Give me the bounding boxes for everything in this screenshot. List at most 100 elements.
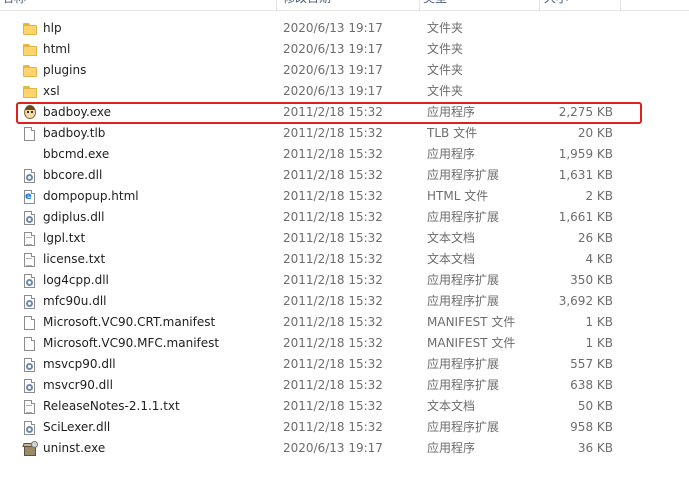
file-size: 350 KB xyxy=(570,273,613,287)
file-type: 应用程序扩展 xyxy=(427,294,500,308)
file-row[interactable]: badboy.tlb 2011/2/18 15:32 TLB 文件 20 KB xyxy=(0,123,689,144)
file-name: lgpl.txt xyxy=(43,231,86,245)
blank-icon xyxy=(22,147,38,163)
file-name: SciLexer.dll xyxy=(43,420,111,434)
file-type: MANIFEST 文件 xyxy=(427,336,516,350)
dll-icon xyxy=(22,210,38,226)
column-header-type[interactable]: 类型 xyxy=(423,0,539,8)
column-divider[interactable] xyxy=(620,0,621,10)
file-size xyxy=(540,81,613,102)
dll-icon xyxy=(22,273,38,289)
dll-icon xyxy=(22,168,38,184)
file-modified-date: 2011/2/18 15:32 xyxy=(283,126,383,140)
file-row[interactable]: bbcmd.exe 2011/2/18 15:32 应用程序 1,959 KB xyxy=(0,144,689,165)
file-modified-date: 2011/2/18 15:32 xyxy=(283,252,383,266)
column-header-bar: 名称 修改日期 类型 大小 xyxy=(0,0,689,11)
file-modified-date: 2011/2/18 15:32 xyxy=(283,420,383,434)
column-header-name[interactable]: 名称 xyxy=(2,0,274,8)
file-row[interactable]: msvcp90.dll 2011/2/18 15:32 应用程序扩展 557 KB xyxy=(0,354,689,375)
file-row[interactable]: plugins 2020/6/13 19:17 文件夹 xyxy=(0,60,689,81)
file-size: 1,631 KB xyxy=(558,168,613,182)
file-size: 50 KB xyxy=(577,399,613,413)
file-icon xyxy=(22,126,38,142)
file-size: 1,959 KB xyxy=(558,147,613,161)
file-row[interactable]: mfc90u.dll 2011/2/18 15:32 应用程序扩展 3,692 KB xyxy=(0,291,689,312)
file-type: 应用程序扩展 xyxy=(427,378,500,392)
file-row[interactable]: gdiplus.dll 2011/2/18 15:32 应用程序扩展 1,661 KB xyxy=(0,207,689,228)
column-divider[interactable] xyxy=(276,0,277,10)
file-size: 36 KB xyxy=(577,441,613,455)
file-type: 应用程序扩展 xyxy=(427,420,500,434)
text-icon xyxy=(22,399,38,415)
file-row[interactable]: xsl 2020/6/13 19:17 文件夹 xyxy=(0,81,689,102)
file-name: Microsoft.VC90.CRT.manifest xyxy=(43,315,216,329)
text-icon xyxy=(22,252,38,268)
file-row[interactable]: hlp 2020/6/13 19:17 文件夹 xyxy=(0,18,689,39)
file-type: 文本文档 xyxy=(427,252,476,266)
file-modified-date: 2011/2/18 15:32 xyxy=(283,147,383,161)
file-type: 文件夹 xyxy=(427,21,464,35)
file-size: 2 KB xyxy=(585,189,613,203)
dll-icon xyxy=(22,420,38,436)
file-row[interactable]: Microsoft.VC90.MFC.manifest 2011/2/18 15:… xyxy=(0,333,689,354)
file-type: 应用程序扩展 xyxy=(427,168,500,182)
file-type: 应用程序 xyxy=(427,147,476,161)
file-size: 26 KB xyxy=(577,231,613,245)
file-row[interactable]: ReleaseNotes-2.1.1.txt 2011/2/18 15:32 文本文… xyxy=(0,396,689,417)
installer-icon xyxy=(22,441,38,457)
file-row[interactable]: log4cpp.dll 2011/2/18 15:32 应用程序扩展 350 KB xyxy=(0,270,689,291)
file-modified-date: 2020/6/13 19:17 xyxy=(283,21,383,35)
column-header-date[interactable]: 修改日期 xyxy=(283,0,419,8)
file-modified-date: 2011/2/18 15:32 xyxy=(283,168,383,182)
file-modified-date: 2011/2/18 15:32 xyxy=(283,189,383,203)
file-modified-date: 2020/6/13 19:17 xyxy=(283,42,383,56)
text-icon xyxy=(22,231,38,247)
file-modified-date: 2020/6/13 19:17 xyxy=(283,441,383,455)
file-name: Microsoft.VC90.MFC.manifest xyxy=(43,336,220,350)
file-type: 文件夹 xyxy=(427,84,464,98)
column-divider[interactable] xyxy=(419,0,420,10)
file-modified-date: 2011/2/18 15:32 xyxy=(283,231,383,245)
file-row[interactable]: msvcr90.dll 2011/2/18 15:32 应用程序扩展 638 KB xyxy=(0,375,689,396)
file-modified-date: 2011/2/18 15:32 xyxy=(283,357,383,371)
file-icon xyxy=(22,315,38,331)
file-size: 1 KB xyxy=(585,315,613,329)
file-name: bbcore.dll xyxy=(43,168,103,182)
column-header-size[interactable]: 大小 xyxy=(544,0,620,8)
file-modified-date: 2011/2/18 15:32 xyxy=(283,378,383,392)
file-row[interactable]: lgpl.txt 2011/2/18 15:32 文本文档 26 KB xyxy=(0,228,689,249)
file-type: MANIFEST 文件 xyxy=(427,315,516,329)
file-name: dompopup.html xyxy=(43,189,139,203)
file-name: license.txt xyxy=(43,252,106,266)
file-row[interactable]: SciLexer.dll 2011/2/18 15:32 应用程序扩展 958 KB xyxy=(0,417,689,438)
file-name: uninst.exe xyxy=(43,441,106,455)
dll-icon xyxy=(22,294,38,310)
file-type: TLB 文件 xyxy=(427,126,478,140)
folder-icon xyxy=(22,63,38,79)
file-name: bbcmd.exe xyxy=(43,147,110,161)
file-row[interactable]: e dompopup.html 2011/2/18 15:32 HTML 文件 2 KB xyxy=(0,186,689,207)
file-modified-date: 2011/2/18 15:32 xyxy=(283,336,383,350)
file-size: 1,661 KB xyxy=(558,210,613,224)
selection-highlight-box xyxy=(16,102,642,124)
file-type: 文本文档 xyxy=(427,399,476,413)
file-type: 文本文档 xyxy=(427,231,476,245)
file-type: 文件夹 xyxy=(427,63,464,77)
file-type: 应用程序扩展 xyxy=(427,210,500,224)
dll-icon xyxy=(22,378,38,394)
file-row[interactable]: uninst.exe 2020/6/13 19:17 应用程序 36 KB xyxy=(0,438,689,459)
file-row[interactable]: html 2020/6/13 19:17 文件夹 xyxy=(0,39,689,60)
html-icon: e xyxy=(22,189,38,205)
file-icon xyxy=(22,336,38,352)
file-name: gdiplus.dll xyxy=(43,210,105,224)
file-row[interactable]: license.txt 2011/2/18 15:32 文本文档 4 KB xyxy=(0,249,689,270)
column-divider[interactable] xyxy=(539,0,540,10)
file-name: msvcp90.dll xyxy=(43,357,116,371)
file-name: xsl xyxy=(43,84,60,98)
file-size xyxy=(540,39,613,60)
file-row[interactable]: Microsoft.VC90.CRT.manifest 2011/2/18 15:… xyxy=(0,312,689,333)
file-size xyxy=(540,60,613,81)
file-row[interactable]: bbcore.dll 2011/2/18 15:32 应用程序扩展 1,631 KB xyxy=(0,165,689,186)
file-size xyxy=(540,18,613,39)
file-size: 20 KB xyxy=(577,126,613,140)
